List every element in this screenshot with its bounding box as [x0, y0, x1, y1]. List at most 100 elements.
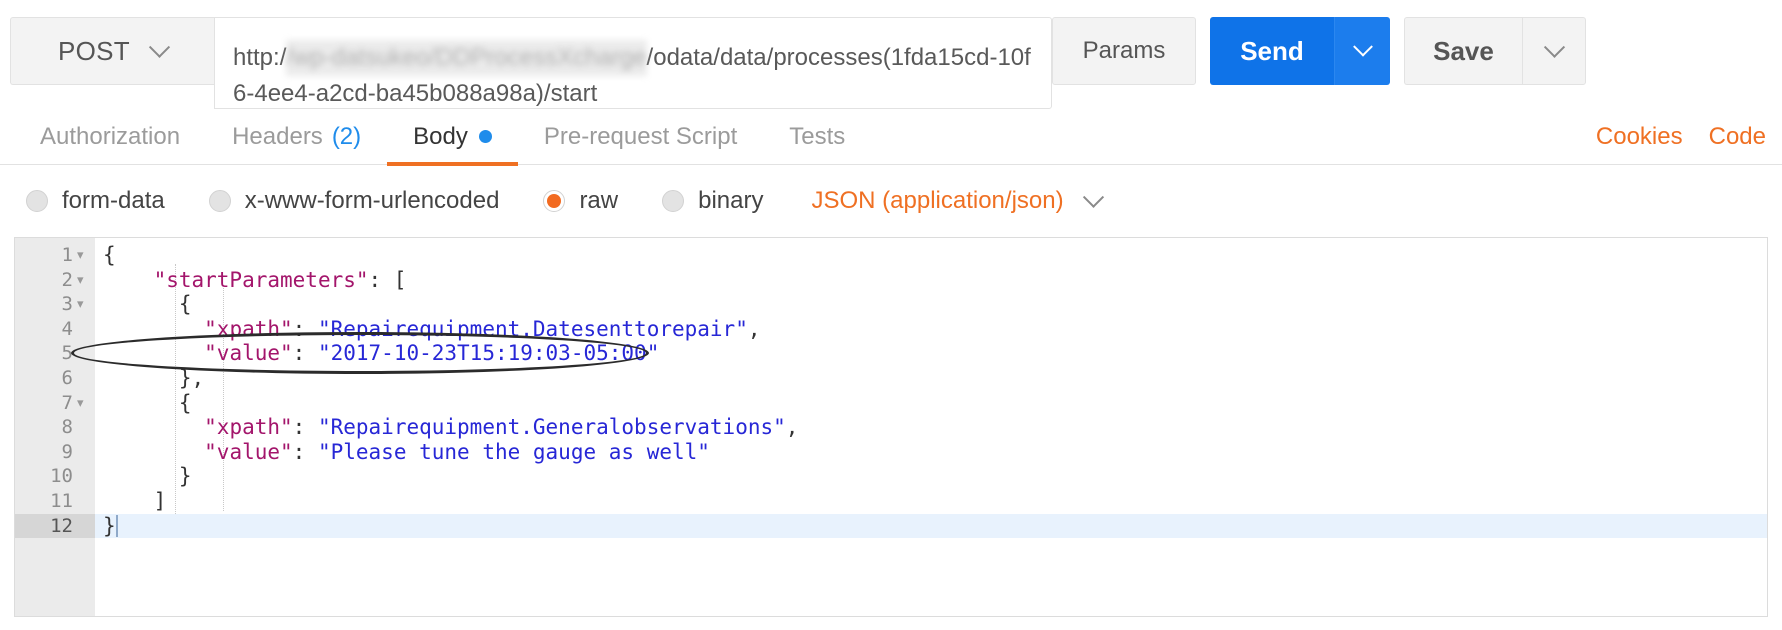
radio-button[interactable] — [26, 190, 48, 212]
json-key: "value" — [204, 341, 293, 366]
url-redacted-segment: /wp-datsukeo/DDProcessXcharge — [286, 40, 647, 76]
line-number: 5 — [61, 342, 73, 365]
http-method-selector[interactable]: POST — [10, 17, 214, 85]
line-number: 9 — [61, 440, 73, 463]
fold-toggle-icon[interactable]: ▾ — [77, 268, 84, 293]
tab-label: Body — [413, 122, 468, 150]
code-line[interactable]: } — [95, 513, 1767, 539]
radio-button[interactable] — [543, 190, 566, 212]
chevron-down-icon — [1352, 36, 1373, 57]
content-type-select[interactable]: JSON (application/json) — [811, 186, 1104, 215]
line-number: 10 — [50, 465, 73, 488]
params-button[interactable]: Params — [1052, 17, 1196, 85]
code-line[interactable]: "xpath": "Repairequipment.Datesenttorepa… — [95, 317, 1767, 342]
json-punctuation: , — [747, 316, 761, 341]
request-url-row: POST http://wp-datsukeo/DDProcessXcharge… — [0, 0, 1782, 109]
radio-label: raw — [579, 187, 619, 214]
line-number: 11 — [50, 490, 73, 512]
tab-label: Authorization — [40, 122, 181, 150]
code-line[interactable]: { — [95, 243, 1767, 268]
text-cursor — [115, 514, 118, 537]
http-method-label: POST — [58, 35, 130, 66]
radio-label: x-www-form-urlencoded — [244, 187, 500, 214]
json-punctuation: }, — [103, 366, 205, 390]
save-button-group: Save — [1404, 17, 1586, 85]
url-input[interactable]: http://wp-datsukeo/DDProcessXcharge/odat… — [214, 17, 1052, 109]
tab-modified-dot-icon — [478, 130, 492, 143]
json-punctuation: : — [292, 415, 318, 440]
json-punctuation: } — [103, 464, 192, 489]
request-tabs: Authorization Headers (2) Body Pre-request S… — [14, 108, 871, 166]
tab-tests[interactable]: Tests — [763, 108, 871, 165]
json-string: "Please tune the gauge as well" — [317, 439, 710, 464]
json-key: "xpath" — [204, 316, 293, 341]
body-type-form-data[interactable]: form-data — [26, 187, 165, 215]
json-punctuation: : — [292, 316, 318, 341]
code-line[interactable]: "startParameters": [ — [95, 268, 1767, 293]
code-line[interactable]: "value": "Please tune the gauge as well" — [95, 440, 1767, 465]
send-button-group: Send — [1210, 17, 1390, 85]
code-line[interactable]: "value": "2017-10-23T15:19:03-05:00" — [95, 341, 1767, 366]
request-tabs-row: Authorization Headers (2) Body Pre-request S… — [0, 108, 1782, 166]
json-string: "Repairequipment.Generalobservations" — [317, 415, 786, 440]
json-string: "Repairequipment.Datesenttorepair" — [317, 316, 748, 341]
json-punctuation: , — [785, 415, 799, 440]
body-type-radio-group: form-data x-www-form-urlencoded raw binary — [26, 187, 807, 215]
radio-label: binary — [698, 187, 764, 214]
content-type-label: JSON (application/json) — [811, 187, 1064, 214]
params-label: Params — [1082, 37, 1166, 64]
send-button[interactable]: Send — [1210, 17, 1334, 85]
code-line[interactable]: }, — [95, 366, 1767, 391]
json-punctuation: { — [103, 292, 192, 317]
body-type-x-www-form-urlencoded[interactable]: x-www-form-urlencoded — [208, 187, 500, 215]
json-punctuation: ] — [103, 489, 167, 513]
fold-toggle-icon[interactable]: ▾ — [77, 391, 84, 416]
link-cookies[interactable]: Cookies — [1596, 123, 1683, 151]
code-line[interactable]: { — [95, 292, 1767, 317]
chevron-down-icon — [148, 36, 171, 58]
body-type-binary[interactable]: binary — [662, 187, 763, 215]
link-code[interactable]: Code — [1709, 123, 1766, 151]
request-body-editor[interactable]: 1 ▾{2 ▾ "startParameters": [3 ▾ {4 "xpath":… — [14, 237, 1768, 617]
chevron-down-icon — [1082, 186, 1104, 208]
line-number: 4 — [61, 317, 73, 340]
json-punctuation: : — [292, 341, 318, 366]
line-number: 6 — [61, 367, 73, 389]
body-type-raw[interactable]: raw — [543, 187, 618, 215]
json-key: "startParameters" — [153, 267, 369, 292]
save-label: Save — [1433, 35, 1494, 66]
tab-count-badge: (2) — [331, 122, 362, 150]
tab-body[interactable]: Body — [387, 108, 518, 166]
line-number: 8 — [61, 416, 73, 439]
tab-label: Headers — [232, 122, 323, 150]
url-prefix: http:/ — [233, 44, 287, 71]
fold-toggle-icon[interactable]: ▾ — [77, 243, 84, 268]
radio-label: form-data — [62, 187, 165, 214]
json-key: "value" — [204, 439, 293, 464]
save-options-button[interactable] — [1522, 17, 1586, 85]
json-punctuation — [103, 341, 204, 365]
json-punctuation: : [ — [368, 267, 407, 292]
json-punctuation: : — [292, 439, 318, 464]
json-punctuation: } — [103, 513, 116, 538]
tab-pre-request-script[interactable]: Pre-request Script — [518, 108, 763, 165]
fold-toggle-icon[interactable]: ▾ — [77, 292, 84, 317]
save-button[interactable]: Save — [1404, 17, 1522, 85]
line-number: 12 — [15, 513, 95, 539]
code-line[interactable]: "xpath": "Repairequipment.Generalobserva… — [95, 415, 1767, 440]
code-line[interactable]: ] — [95, 489, 1767, 514]
json-punctuation — [103, 440, 204, 464]
json-key: "xpath" — [204, 415, 293, 440]
json-punctuation — [103, 415, 204, 439]
json-string: "2017-10-23T15:19:03-05:00" — [317, 341, 660, 366]
tab-headers[interactable]: Headers (2) — [206, 108, 387, 165]
code-line[interactable]: { — [95, 391, 1767, 416]
url-text: http://wp-datsukeo/DDProcessXcharge/odat… — [233, 40, 1033, 108]
radio-button[interactable] — [208, 190, 231, 212]
json-punctuation — [103, 317, 204, 341]
send-options-button[interactable] — [1334, 17, 1390, 85]
tab-authorization[interactable]: Authorization — [14, 108, 206, 165]
radio-button[interactable] — [662, 190, 685, 212]
code-line[interactable]: } — [95, 464, 1767, 489]
tab-right-links: Cookies Code — [1596, 108, 1766, 165]
